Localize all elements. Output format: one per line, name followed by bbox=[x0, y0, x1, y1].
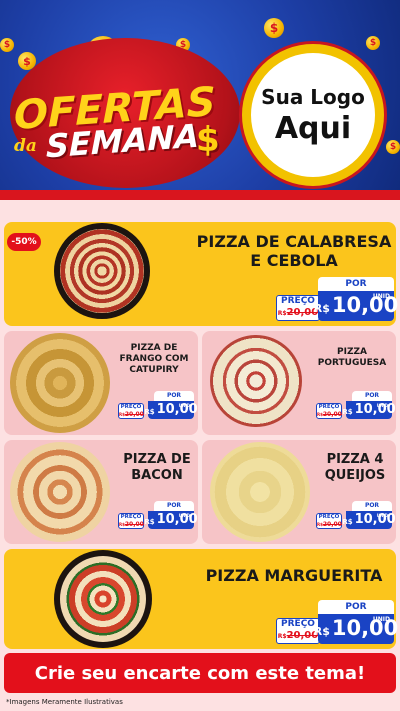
current-price: R$ 10,00 UNID bbox=[144, 511, 198, 529]
coin-icon: $ bbox=[264, 18, 284, 38]
coin-icon: $ bbox=[0, 38, 14, 52]
currency-symbol: R$ bbox=[144, 408, 155, 416]
price-por-label: POR bbox=[318, 277, 394, 291]
logo-text-line2: Aqui bbox=[274, 110, 352, 146]
current-price: R$ 10,00 UNID bbox=[342, 511, 396, 529]
old-price-value: R$20,00 bbox=[317, 411, 342, 418]
discount-badge: -50% bbox=[7, 233, 41, 251]
unit-label: UNID bbox=[178, 403, 190, 408]
price-value: 10,00 bbox=[354, 512, 396, 527]
old-price-label: PREÇO bbox=[318, 404, 340, 410]
current-price: R$ 10,00 UNID bbox=[144, 401, 198, 419]
unit-label: UNID bbox=[376, 513, 388, 518]
logo-placeholder: Sua Logo Aqui bbox=[242, 44, 384, 186]
price-por-label: POR bbox=[154, 391, 194, 401]
pizza-portuguesa-image bbox=[210, 335, 302, 427]
old-price-box: PREÇO R$20,00 bbox=[316, 403, 342, 419]
price-tag: POR PREÇO R$20,00 R$ 10,00 UNID bbox=[316, 501, 396, 529]
product-title: PIZZA MARGUERITA bbox=[205, 566, 383, 585]
old-price-value: R$20,00 bbox=[317, 521, 342, 528]
coin-icon: $ bbox=[366, 36, 380, 50]
old-price-label: PREÇO bbox=[281, 296, 315, 306]
currency-symbol: R$ bbox=[313, 302, 330, 315]
footnote: *Imagens Meramente Ilustrativas bbox=[6, 698, 123, 706]
old-price-label: PREÇO bbox=[318, 514, 340, 520]
old-price-value: R$20,00 bbox=[277, 630, 319, 641]
product-title: PIZZA 4 QUEIJOS bbox=[324, 452, 386, 483]
old-price-value: R$20,00 bbox=[119, 521, 144, 528]
unit-label: UNID bbox=[376, 403, 388, 408]
header-banner: $ $ $ $ $ $ $ $ OFERTAS da SEMANA $ Sua … bbox=[0, 0, 400, 200]
old-price-box: PREÇO R$20,00 bbox=[118, 513, 144, 529]
unit-label: UNID bbox=[372, 293, 390, 300]
product-title: PIZZA DE BACON bbox=[123, 452, 191, 483]
unit-label: UNID bbox=[372, 616, 390, 623]
dollar-icon: $ bbox=[196, 120, 220, 160]
promo-title-da: da bbox=[14, 136, 37, 156]
pizza-marguerita-image bbox=[60, 556, 146, 642]
old-price-value: R$20,00 bbox=[277, 307, 319, 318]
price-value: 10,00 bbox=[156, 402, 198, 417]
product-title: PIZZA DE FRANGO COM CATUPIRY bbox=[119, 343, 189, 375]
product-title: PIZZA PORTUGUESA bbox=[317, 347, 387, 368]
create-flyer-button[interactable]: Crie seu encarte com este tema! bbox=[4, 653, 396, 693]
current-price: R$ 10,00 UNID bbox=[314, 614, 398, 644]
currency-symbol: R$ bbox=[313, 625, 330, 638]
currency-symbol: R$ bbox=[342, 518, 353, 526]
price-tag: POR PREÇO R$20,00 R$ 10,00 UNID bbox=[276, 600, 398, 644]
price-por-label: POR bbox=[154, 501, 194, 511]
price-por-label: POR bbox=[352, 501, 392, 511]
old-price-box: PREÇO R$20,00 bbox=[118, 403, 144, 419]
current-price: R$ 10,00 UNID bbox=[342, 401, 396, 419]
price-por-label: POR bbox=[352, 391, 392, 401]
pizza-calabresa-image bbox=[60, 229, 144, 313]
price-por-label: POR bbox=[318, 600, 394, 614]
old-price-box: PREÇO R$20,00 bbox=[316, 513, 342, 529]
logo-text-line1: Sua Logo bbox=[261, 84, 365, 109]
unit-label: UNID bbox=[178, 513, 190, 518]
product-title: PIZZA DE CALABRESA E CEBOLA bbox=[196, 232, 392, 271]
price-tag: POR PREÇO R$20,00 R$ 10,00 UNID bbox=[316, 391, 396, 419]
coin-icon: $ bbox=[386, 140, 400, 154]
currency-symbol: R$ bbox=[342, 408, 353, 416]
price-value: 10,00 bbox=[354, 402, 396, 417]
current-price: R$ 10,00 UNID bbox=[314, 291, 398, 321]
price-value: 10,00 bbox=[156, 512, 198, 527]
old-price-value: R$20,00 bbox=[119, 411, 144, 418]
price-tag: POR PREÇO R$20,00 R$ 10,00 UNID bbox=[118, 391, 198, 419]
pizza-4-queijos-image bbox=[210, 442, 310, 542]
price-tag: POR PREÇO R$20,00 R$ 10,00 UNID bbox=[276, 277, 398, 321]
old-price-label: PREÇO bbox=[120, 514, 142, 520]
pizza-bacon-image bbox=[10, 442, 110, 542]
price-tag: POR PREÇO R$20,00 R$ 10,00 UNID bbox=[118, 501, 198, 529]
currency-symbol: R$ bbox=[144, 518, 155, 526]
old-price-label: PREÇO bbox=[120, 404, 142, 410]
old-price-label: PREÇO bbox=[281, 619, 315, 629]
pizza-frango-image bbox=[10, 333, 110, 433]
